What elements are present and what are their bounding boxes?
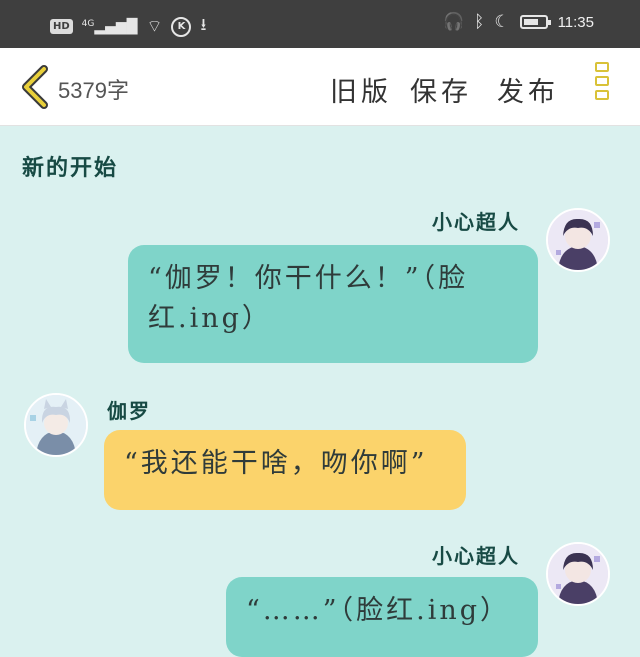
chat-bubble[interactable]: “……”（脸红.ing） [226,577,538,657]
back-button[interactable] [18,65,52,109]
chevron-left-icon [22,65,48,109]
download-icon: ⭳ [200,15,207,35]
old-version-button[interactable]: 旧版 [330,70,392,109]
wifi-icon: ⌔ [146,17,163,37]
network-label: 4G [81,18,95,29]
chat-bubble[interactable]: “伽罗！你干什么！”（脸红.ing） [128,245,538,363]
network-signal-icon: 4G▂▄▆█ [81,18,138,35]
clock: 11:35 [557,13,594,31]
status-left: HD 4G▂▄▆█ ⌔ K ⭳ [50,12,206,41]
sender-name: 小心超人 [432,210,520,234]
hd-icon: HD [50,19,73,34]
chapter-title[interactable]: 新的开始 [22,150,118,182]
save-button[interactable]: 保存 [410,70,472,109]
moon-icon: ☾ [494,12,510,32]
chat-bubble[interactable]: “我还能干啥，吻你啊” [104,430,466,510]
avatar-illustration-icon [548,544,608,604]
avatar-illustration-icon [26,395,86,455]
menu-dot-icon [595,62,609,72]
bluetooth-icon: ᛒ [474,12,485,32]
headphones-icon: 🎧 [442,12,465,32]
editor-header: 5379字 旧版 保存 发布 [0,48,640,126]
battery-level [523,19,538,25]
avatar[interactable] [24,393,88,457]
sender-name: 伽罗 [107,399,151,423]
menu-dot-icon [595,90,609,100]
k-badge-icon: K [171,16,192,37]
menu-dot-icon [595,76,609,86]
avatar-illustration-icon [548,210,608,270]
avatar[interactable] [546,542,610,606]
battery-icon [519,15,551,29]
avatar[interactable] [546,208,610,272]
status-right: 🎧 ᛒ ☾ 11:35 [443,12,594,32]
publish-button[interactable]: 发布 [497,70,559,109]
sender-name: 小心超人 [432,544,520,568]
word-count: 5379字 [58,78,129,103]
more-menu-button[interactable] [595,62,613,112]
status-bar: HD 4G▂▄▆█ ⌔ K ⭳ 🎧 ᛒ ☾ 11:35 [0,0,640,48]
